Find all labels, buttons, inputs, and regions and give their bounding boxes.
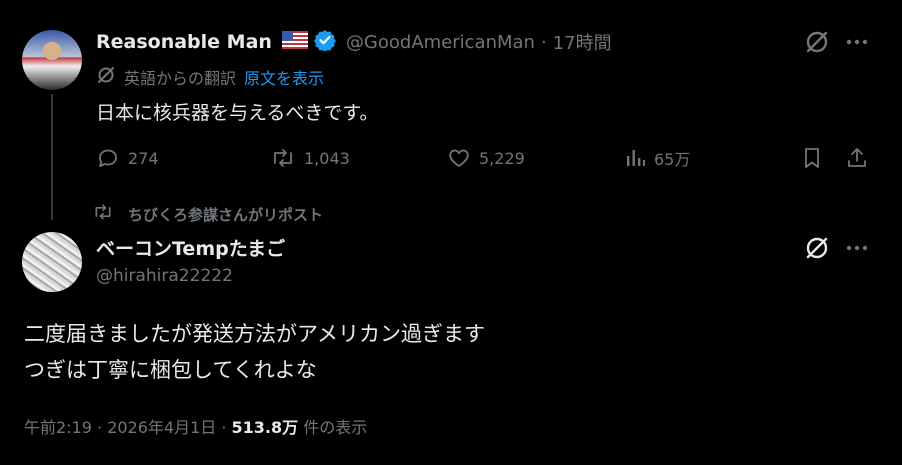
views-chart-icon [624, 146, 646, 170]
show-original-link[interactable]: 原文を表示 [244, 65, 324, 89]
like-count: 5,229 [479, 148, 525, 168]
tweet2-display-name[interactable]: ベーコンTempたまご [96, 234, 285, 261]
repost-banner[interactable]: ちびくろ参謀さんがリポスト [92, 202, 323, 226]
repost-banner-text: ちびくろ参謀さんがリポスト [128, 205, 324, 224]
tweet2-views-label: 件の表示 [298, 418, 368, 437]
heart-icon [447, 146, 471, 170]
repost-count: 1,043 [304, 148, 350, 168]
tweet2-timestamp[interactable]: 午前2:19 · 2026年4月1日 · [24, 418, 232, 437]
grok-icon[interactable] [803, 28, 831, 56]
views-count: 65万 [654, 150, 691, 169]
repost-button[interactable]: 1,043 [270, 146, 350, 170]
tweet1-separator: · [540, 31, 547, 53]
views-button[interactable]: 65万 [624, 146, 690, 170]
tweet2-meta: 午前2:19 · 2026年4月1日 · 513.8万 件の表示 [24, 414, 367, 438]
tweet2-text-line2: つぎは丁寧に梱包してくれよな [24, 358, 317, 382]
grok-icon-2[interactable] [803, 234, 831, 262]
reply-button[interactable]: 274 [96, 146, 159, 170]
reply-icon [96, 146, 120, 170]
like-button[interactable]: 5,229 [447, 146, 525, 170]
tweet1-display-name[interactable]: Reasonable Man [96, 31, 272, 53]
tweet1-time[interactable]: 17時間 [553, 29, 612, 55]
avatar-bacon-temp-tamago[interactable] [22, 232, 82, 292]
tweet2-handle[interactable]: @hirahira22222 [96, 266, 233, 286]
avatar-reasonable-man[interactable] [22, 30, 82, 90]
share-icon[interactable] [843, 144, 871, 172]
us-flag-icon [281, 31, 308, 53]
more-options-icon-2[interactable] [843, 234, 871, 262]
repost-icon [270, 146, 296, 170]
bookmark-icon[interactable] [798, 144, 826, 172]
reply-count: 274 [128, 148, 159, 168]
repost-small-icon [92, 202, 114, 226]
more-options-icon[interactable] [843, 28, 871, 56]
tweet1-text: 日本に核兵器を与えるべきです。 [96, 102, 379, 124]
tweet1-handle[interactable]: @GoodAmericanMan [346, 32, 535, 53]
tweet2-text-line1: 二度届きましたが発送方法がアメリカン過ぎます [24, 322, 485, 346]
translated-label: 英語からの翻訳 [124, 69, 237, 88]
translation-bar: 英語からの翻訳 原文を表示 [96, 65, 324, 89]
verified-badge-icon[interactable] [313, 29, 336, 55]
tweet1-header: Reasonable Man @GoodAmericanMan · 17時間 [96, 29, 612, 55]
translate-icon [96, 65, 116, 89]
tweet2-views-count: 513.8万 [231, 418, 299, 437]
thread-line [51, 94, 53, 220]
